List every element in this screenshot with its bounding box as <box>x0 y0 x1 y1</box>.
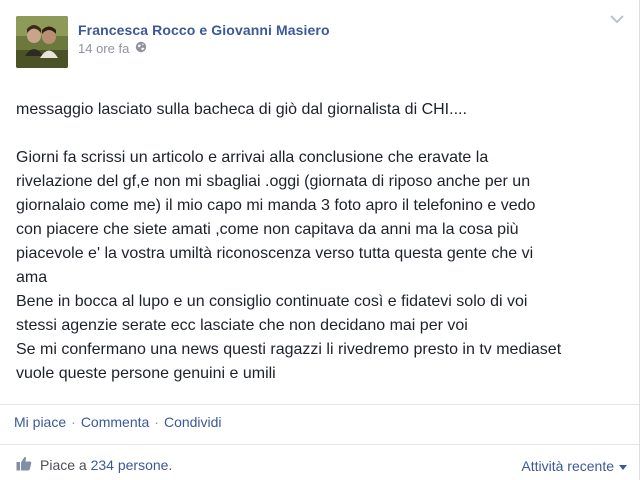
recent-activity-dropdown[interactable]: Attività recente <box>521 458 627 474</box>
message-line: Giorni fa scrissi un articolo e arrivai … <box>16 149 489 166</box>
caret-down-icon <box>619 458 627 474</box>
post-actions: Mi piace · Commenta · Condividi <box>14 414 222 430</box>
share-link[interactable]: Condividi <box>164 414 222 430</box>
message-line: Se mi confermano una news questi ragazzi… <box>16 341 562 358</box>
comment-link[interactable]: Commenta <box>81 414 149 430</box>
message-line: rivelazione del gf,e non mi sbagliai .og… <box>16 173 531 190</box>
likes-suffix: . <box>168 457 173 473</box>
avatar[interactable] <box>16 16 68 68</box>
action-separator: · <box>71 414 76 430</box>
message-line: stessi agenzie serate ecc lasciate che n… <box>16 317 468 334</box>
chevron-down-icon <box>610 11 624 29</box>
message-line: ama <box>16 269 48 286</box>
likes-count-link[interactable]: 234 persone <box>91 457 169 473</box>
like-link[interactable]: Mi piace <box>14 414 66 430</box>
message-line: Bene in bocca al lupo e un consiglio con… <box>16 293 528 310</box>
post-timestamp[interactable]: 14 ore fa <box>78 41 129 56</box>
author-link[interactable]: Francesca Rocco e Giovanni Masiero <box>78 22 330 38</box>
divider <box>0 404 639 405</box>
post-options-button[interactable] <box>607 10 627 30</box>
post-author[interactable]: Francesca Rocco e Giovanni Masiero <box>78 22 330 38</box>
likes-summary: Piace a 234 persone. <box>16 456 172 474</box>
action-separator: · <box>154 414 159 430</box>
post-card: Francesca Rocco e Giovanni Masiero 14 or… <box>0 0 640 480</box>
post-message: messaggio lasciato sulla bacheca di giò … <box>16 98 626 386</box>
message-lead: messaggio lasciato sulla bacheca di giò … <box>16 101 467 118</box>
avatar-photo <box>16 16 68 68</box>
divider <box>0 444 639 445</box>
thumbs-up-icon <box>16 456 32 474</box>
globe-icon <box>135 41 147 56</box>
post-meta: 14 ore fa <box>78 41 147 56</box>
message-line: con piacere che siete amati ,come non ca… <box>16 221 519 238</box>
message-line: giornalaio come me) il mio capo mi manda… <box>16 197 536 214</box>
message-line: vuole queste persone genuini e umili <box>16 365 276 382</box>
recent-activity-label: Attività recente <box>521 458 614 474</box>
message-line: piacevole e' la vostra umiltà riconoscen… <box>16 245 534 262</box>
likes-prefix: Piace a <box>40 457 87 473</box>
